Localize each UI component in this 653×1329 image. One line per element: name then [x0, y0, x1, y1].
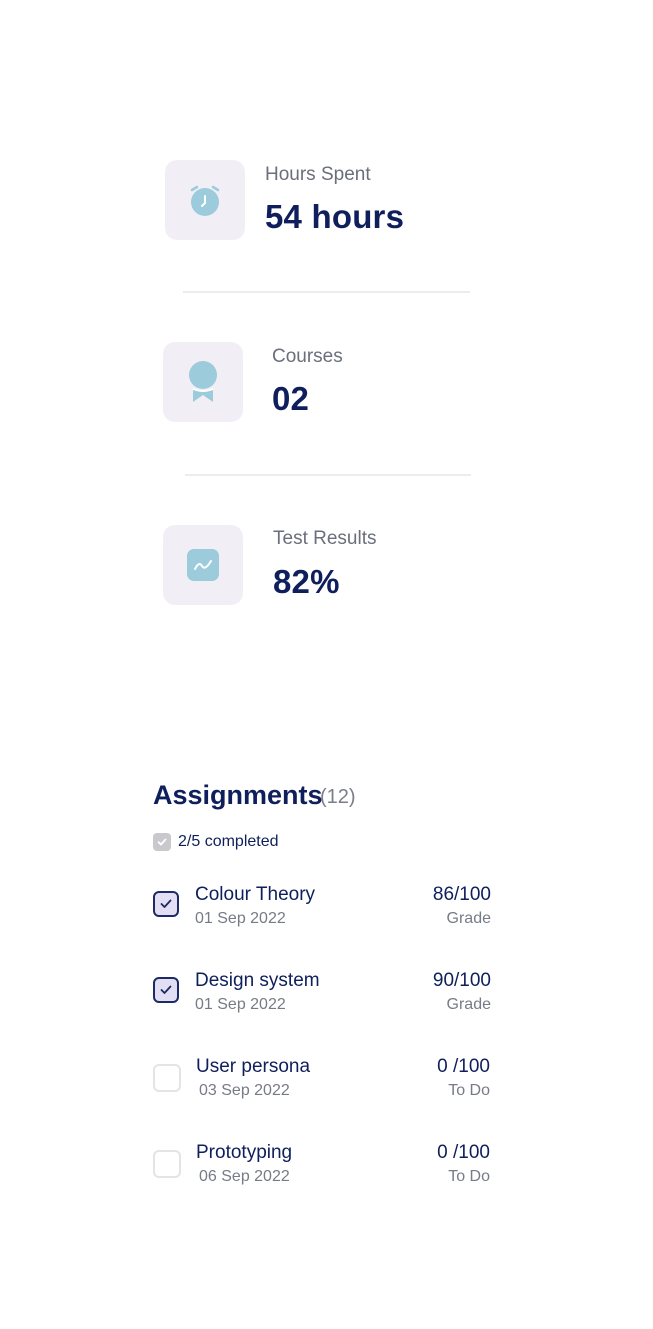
assignment-status: To Do: [448, 1082, 490, 1099]
assignments-count: (12): [320, 786, 356, 808]
stat-icon-box: [163, 342, 243, 422]
assignment-name: User persona: [196, 1056, 311, 1077]
stat-label: Hours Spent: [265, 164, 371, 185]
stat-value: 54 hours: [265, 198, 405, 235]
assignment-item[interactable]: Colour Theory 01 Sep 2022 86/100 Grade: [0, 882, 653, 938]
check-icon: [160, 985, 172, 994]
assignment-score: 0 /100: [437, 1142, 490, 1163]
assignment-date: 03 Sep 2022: [199, 1082, 290, 1099]
stat-value: 82%: [273, 563, 340, 600]
assignment-name: Prototyping: [196, 1142, 293, 1163]
award-ribbon-icon: [189, 361, 217, 402]
stat-label: Courses: [272, 346, 343, 367]
chart-line-icon: [187, 549, 219, 581]
assignment-item[interactable]: Design system 01 Sep 2022 90/100 Grade: [0, 968, 653, 1024]
progress-check-icon: [153, 833, 171, 851]
checkbox-unchecked[interactable]: [153, 1150, 181, 1178]
check-icon: [160, 899, 172, 908]
assignment-item[interactable]: User persona 03 Sep 2022 0 /100 To Do: [0, 1055, 653, 1111]
assignments-title: Assignments: [153, 780, 323, 810]
assignment-date: 01 Sep 2022: [195, 996, 286, 1013]
checkbox-checked[interactable]: [153, 977, 179, 1003]
stat-icon-box: [165, 160, 245, 240]
assignment-status: Grade: [446, 910, 491, 927]
stat-icon-box: [163, 525, 243, 605]
assignment-date: 06 Sep 2022: [199, 1168, 290, 1185]
stat-value: 02: [272, 380, 310, 417]
stat-test-results: Test Results 82%: [0, 525, 653, 607]
assignment-score: 90/100: [432, 970, 491, 991]
alarm-clock-icon: [190, 185, 220, 216]
stat-courses: Courses 02: [0, 342, 653, 424]
assignment-status: Grade: [446, 996, 491, 1013]
assignment-name: Colour Theory: [195, 884, 316, 905]
assignment-name: Design system: [195, 970, 320, 991]
assignment-score: 86/100: [432, 884, 491, 905]
assignment-score: 0 /100: [437, 1056, 490, 1077]
stat-hours-spent: Hours Spent 54 hours: [0, 160, 653, 242]
assignment-item[interactable]: Prototyping 06 Sep 2022 0 /100 To Do: [0, 1141, 653, 1197]
divider: [183, 291, 470, 293]
stat-label: Test Results: [273, 528, 377, 549]
checkbox-unchecked[interactable]: [153, 1064, 181, 1092]
assignment-status: To Do: [448, 1168, 490, 1185]
checkbox-checked[interactable]: [153, 891, 179, 917]
progress-text: 2/5 completed: [178, 833, 279, 850]
divider: [185, 474, 471, 476]
assignment-date: 01 Sep 2022: [195, 910, 286, 927]
